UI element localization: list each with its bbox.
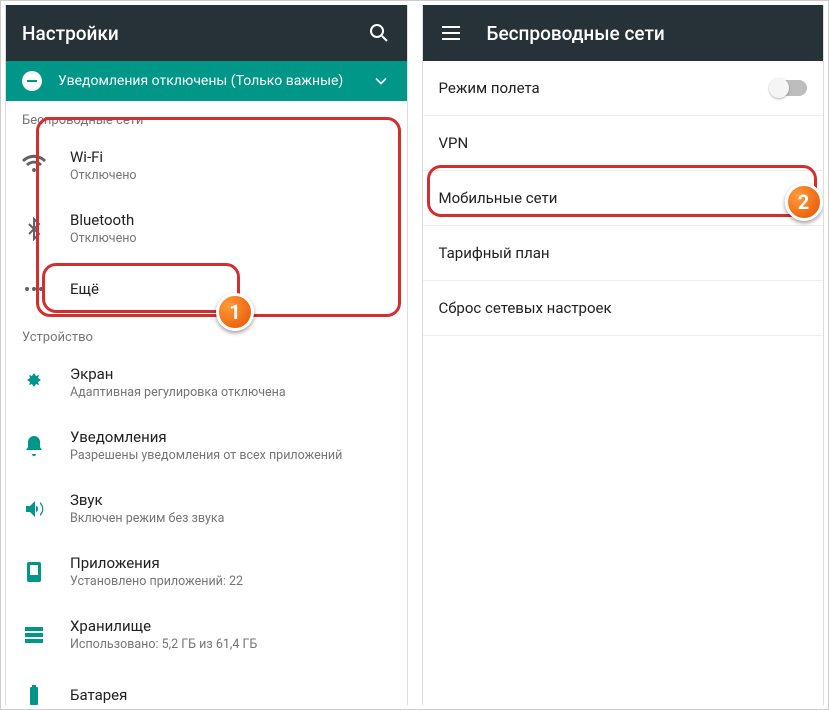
display-sub: Адаптивная регулировка отключена [70, 385, 391, 400]
display-item[interactable]: Экран Адаптивная регулировка отключена [6, 351, 407, 414]
sound-item[interactable]: Звук Включен режим без звука [6, 477, 407, 540]
display-title: Экран [70, 365, 391, 383]
vpn-label: VPN [439, 134, 469, 152]
bell-icon [22, 434, 46, 458]
search-icon[interactable] [367, 21, 391, 45]
notifications-sub: Разрешены уведомления от всех приложений [70, 448, 391, 463]
apps-title: Приложения [70, 554, 391, 572]
airplane-toggle[interactable] [771, 80, 807, 96]
more-horizontal-icon [22, 277, 46, 301]
appbar-wireless: Беспроводные сети [423, 5, 824, 61]
brightness-icon [22, 371, 46, 395]
wifi-icon [22, 154, 46, 178]
sound-title: Звук [70, 491, 391, 509]
notifications-title: Уведомления [70, 428, 391, 446]
apps-icon [22, 560, 46, 584]
appbar-title: Настройки [22, 22, 343, 45]
tariff-item[interactable]: Тарифный план [423, 226, 824, 281]
dnd-notice-text: Уведомления отключены (Только важные) [58, 72, 355, 90]
storage-title: Хранилище [70, 617, 391, 635]
bluetooth-item[interactable]: Bluetooth Отключено [6, 197, 407, 260]
wifi-sub: Отключено [70, 168, 391, 183]
wireless-screen: Беспроводные сети Режим полета VPN Мобил… [422, 5, 825, 705]
dnd-notice-bar[interactable]: Уведомления отключены (Только важные) [6, 61, 407, 101]
airplane-item[interactable]: Режим полета [423, 61, 824, 116]
apps-sub: Установлено приложений: 22 [70, 574, 391, 589]
appbar-wireless-title: Беспроводные сети [487, 22, 808, 45]
section-wireless: Беспроводные сети [6, 101, 407, 134]
appbar-settings: Настройки [6, 5, 407, 61]
more-item[interactable]: Ещё [6, 260, 407, 318]
mobile-networks-label: Мобильные сети [439, 189, 558, 207]
notifications-item[interactable]: Уведомления Разрешены уведомления от все… [6, 414, 407, 477]
reset-network-item[interactable]: Сброс сетевых настроек [423, 281, 824, 336]
more-title: Ещё [70, 280, 391, 298]
storage-item[interactable]: Хранилище Использовано: 5,2 ГБ из 61,4 Г… [6, 603, 407, 666]
airplane-label: Режим полета [439, 79, 540, 97]
apps-item[interactable]: Приложения Установлено приложений: 22 [6, 540, 407, 603]
bluetooth-sub: Отключено [70, 231, 391, 246]
wifi-title: Wi-Fi [70, 148, 391, 166]
dnd-icon [22, 71, 42, 91]
hamburger-icon[interactable] [439, 21, 463, 45]
battery-item[interactable]: Батарея [6, 666, 407, 705]
tariff-label: Тарифный план [439, 244, 550, 262]
battery-title: Батарея [70, 686, 391, 704]
wifi-item[interactable]: Wi-Fi Отключено [6, 134, 407, 197]
mobile-networks-item[interactable]: Мобильные сети [423, 171, 824, 226]
sound-sub: Включен режим без звука [70, 511, 391, 526]
volume-icon [22, 497, 46, 521]
settings-screen: Настройки Уведомления отключены (Только … [5, 5, 408, 705]
reset-network-label: Сброс сетевых настроек [439, 299, 612, 317]
section-device: Устройство [6, 318, 407, 351]
vpn-item[interactable]: VPN [423, 116, 824, 171]
chevron-down-icon [371, 71, 391, 91]
battery-icon [22, 683, 46, 705]
bluetooth-title: Bluetooth [70, 211, 391, 229]
storage-icon [22, 623, 46, 647]
bluetooth-icon [22, 217, 46, 241]
storage-sub: Использовано: 5,2 ГБ из 61,4 ГБ [70, 637, 391, 652]
